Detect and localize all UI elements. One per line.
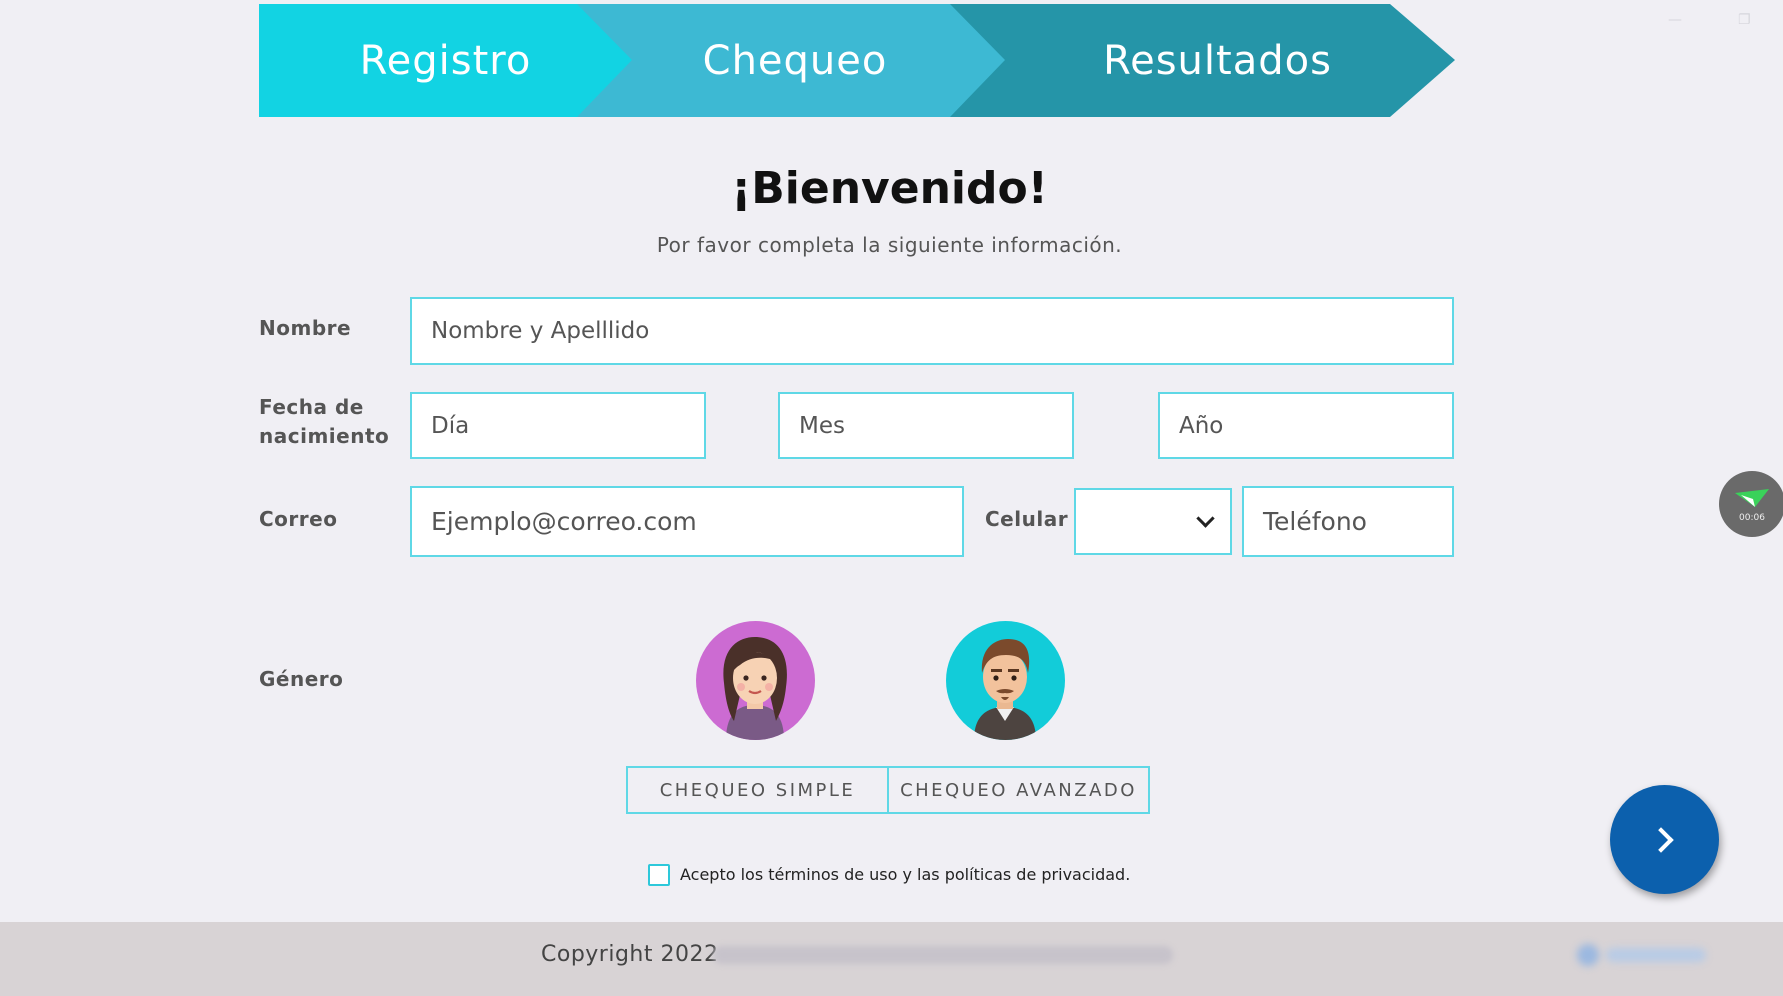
- progress-stepper: Registro Chequeo Resultados: [259, 4, 1455, 117]
- terms-checkbox[interactable]: [648, 864, 670, 886]
- chevron-down-icon: [1196, 509, 1215, 528]
- step-chequeo: Chequeo: [577, 4, 1005, 117]
- recorder-time: 00:06: [1739, 513, 1765, 523]
- step-label: Resultados: [1103, 37, 1332, 84]
- chequeo-simple-label: CHEQUEO SIMPLE: [659, 779, 856, 801]
- mes-input[interactable]: Mes: [778, 392, 1074, 459]
- dia-placeholder: Día: [431, 412, 470, 439]
- country-code-select[interactable]: [1074, 488, 1232, 555]
- copyright-text: Copyright 2022: [541, 942, 719, 967]
- step-resultados: Resultados: [950, 4, 1455, 117]
- chequeo-avanzado-button[interactable]: CHEQUEO AVANZADO: [887, 766, 1150, 814]
- chevron-right-icon: [1647, 826, 1674, 853]
- step-label: Chequeo: [702, 37, 888, 84]
- nombre-placeholder: Nombre y Apelllido: [431, 318, 650, 344]
- mes-placeholder: Mes: [799, 412, 845, 439]
- fecha-label: Fecha de nacimiento: [259, 393, 389, 451]
- anio-input[interactable]: Año: [1158, 392, 1454, 459]
- correo-label: Correo: [259, 507, 338, 531]
- nombre-label: Nombre: [259, 316, 352, 340]
- step-registro: Registro: [259, 4, 632, 117]
- next-button[interactable]: [1610, 785, 1719, 894]
- paper-plane-icon: [1735, 489, 1769, 507]
- dia-input[interactable]: Día: [410, 392, 706, 459]
- female-avatar-icon: [723, 637, 787, 740]
- telefono-input[interactable]: Teléfono: [1242, 486, 1454, 557]
- terms-label[interactable]: Acepto los términos de uso y las polític…: [680, 864, 1130, 886]
- page-title: ¡Bienvenido!: [731, 163, 1048, 214]
- male-avatar-icon: [974, 639, 1036, 740]
- page-subtitle: Por favor completa la siguiente informac…: [656, 233, 1123, 257]
- female-avatar-button[interactable]: [696, 621, 815, 740]
- restore-icon[interactable]: ❐: [1738, 12, 1751, 28]
- minimize-icon[interactable]: —: [1668, 12, 1682, 28]
- chequeo-simple-button[interactable]: CHEQUEO SIMPLE: [626, 766, 889, 814]
- step-label: Registro: [359, 37, 532, 84]
- nombre-input[interactable]: Nombre y Apelllido: [410, 297, 1454, 365]
- partner-logo: [1577, 944, 1706, 966]
- genero-label: Género: [259, 667, 344, 691]
- fecha-label-line2: nacimiento: [259, 424, 390, 448]
- footer: Copyright 2022: [0, 922, 1783, 996]
- chequeo-avanzado-label: CHEQUEO AVANZADO: [900, 779, 1137, 801]
- telefono-placeholder: Teléfono: [1263, 507, 1367, 536]
- male-avatar-button[interactable]: [946, 621, 1065, 740]
- fecha-label-line1: Fecha de: [259, 395, 364, 419]
- redacted-text: [713, 946, 1173, 964]
- anio-placeholder: Año: [1179, 412, 1224, 439]
- celular-label: Celular: [985, 507, 1069, 531]
- correo-placeholder: Ejemplo@correo.com: [431, 507, 697, 536]
- correo-input[interactable]: Ejemplo@correo.com: [410, 486, 964, 557]
- screen-recorder-widget[interactable]: 00:06: [1719, 471, 1783, 537]
